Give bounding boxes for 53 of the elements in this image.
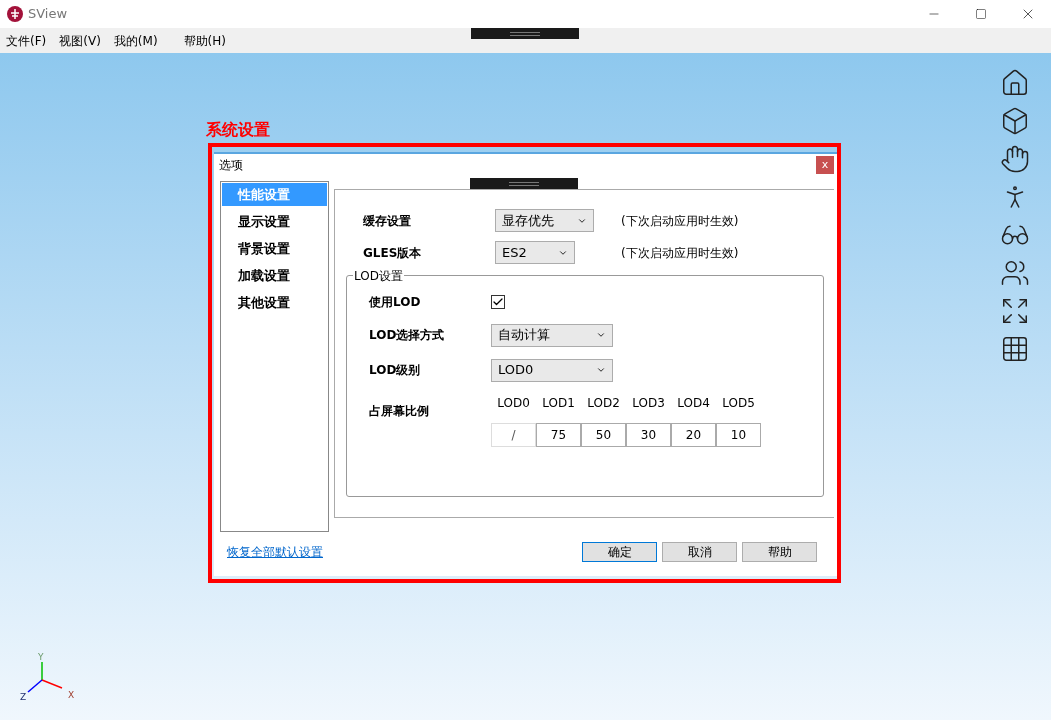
menu-item[interactable]: 文件(F): [6, 31, 47, 50]
caret-icon: [596, 330, 606, 340]
dropdown[interactable]: 自动计算: [491, 323, 613, 347]
dialog-title: 选项: [219, 157, 243, 174]
settings-list-item[interactable]: 显示设置: [222, 210, 327, 233]
axes-drawing: [27, 661, 63, 693]
dialog-close-button[interactable]: x: [816, 156, 834, 174]
column-header: LOD4: [676, 395, 711, 412]
dropdown[interactable]: ES2: [495, 241, 575, 264]
reset-defaults-link[interactable]: 恢复全部默认设置: [227, 543, 323, 561]
hand-icon[interactable]: [999, 145, 1031, 173]
settings-list-item[interactable]: 其他设置: [222, 291, 327, 314]
checkbox[interactable]: [491, 295, 505, 309]
column-header: LOD0: [496, 395, 531, 412]
field-label: GLES版本: [362, 244, 423, 262]
window-title: SView: [28, 5, 68, 24]
column-header: LOD1: [541, 395, 576, 412]
ratio-input[interactable]: 50: [581, 423, 626, 447]
annotation-label: 系统设置: [206, 119, 270, 141]
menu-item[interactable]: 帮助(H): [183, 31, 226, 50]
axis-label: X: [68, 690, 75, 700]
dropdown[interactable]: LOD0: [491, 358, 613, 382]
field-note: (下次启动应用时生效): [621, 244, 739, 262]
field-label: LOD级别: [369, 362, 422, 379]
dialog-button[interactable]: 取消: [662, 542, 737, 562]
column-header: LOD2: [586, 395, 621, 412]
menu-item[interactable]: 视图(V): [59, 31, 101, 50]
ratio-input[interactable]: 30: [626, 423, 671, 447]
column-header: LOD5: [721, 395, 756, 412]
maximize-icon: [974, 8, 987, 20]
caret-icon: [596, 365, 606, 375]
field-label: 占屏幕比例: [369, 403, 430, 420]
field-label: LOD选择方式: [369, 327, 446, 344]
ratio-input[interactable]: 10: [716, 423, 761, 447]
dialog-button[interactable]: 确定: [582, 542, 657, 562]
field-label: 缓存设置: [362, 212, 412, 230]
menu-item[interactable]: 我的(M): [113, 31, 158, 50]
column-header: LOD3: [631, 395, 666, 412]
drag-handle[interactable]: [471, 28, 579, 39]
app-logo-icon: [7, 6, 23, 22]
axis-label: Z: [20, 692, 27, 702]
dropdown[interactable]: 显存优先: [495, 209, 594, 232]
ratio-input[interactable]: 20: [671, 423, 716, 447]
settings-list-item[interactable]: 加载设置: [222, 264, 327, 287]
dialog-button[interactable]: 帮助: [742, 542, 817, 562]
ratio-input[interactable]: 75: [536, 423, 581, 447]
axis-label: Y: [38, 652, 44, 662]
settings-list-item[interactable]: 背景设置: [222, 237, 327, 260]
drag-handle[interactable]: [470, 178, 578, 189]
people-icon[interactable]: [999, 259, 1031, 287]
field-label: 使用LOD: [369, 294, 422, 311]
field-note: (下次启动应用时生效): [621, 212, 739, 230]
group-title: LOD设置: [353, 267, 404, 285]
